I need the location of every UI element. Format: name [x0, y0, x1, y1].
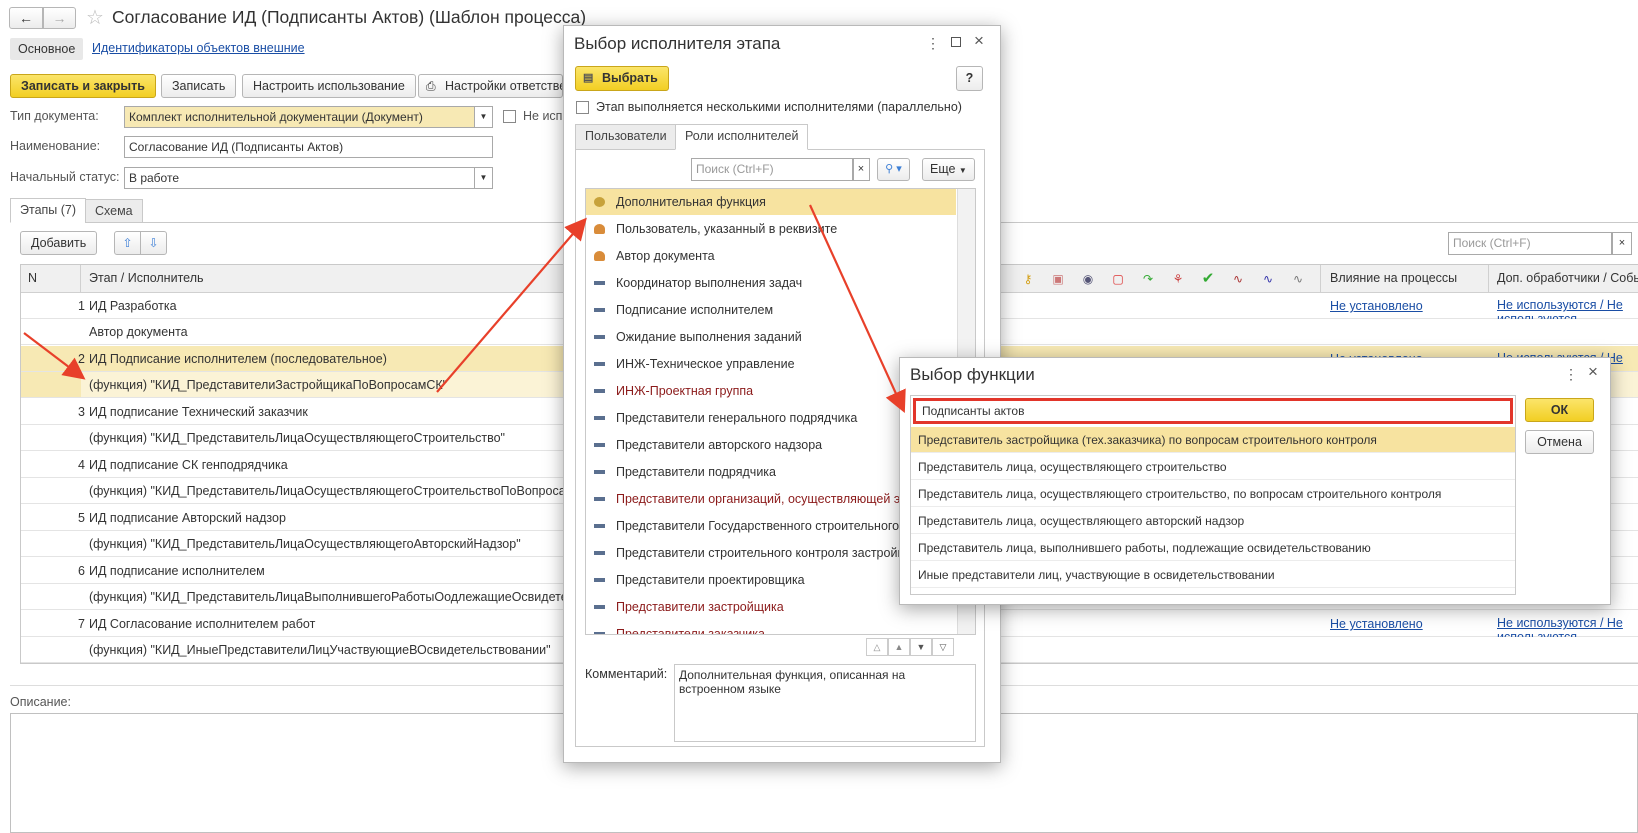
- arrow-to-row: [23, 332, 86, 380]
- arrow-to-additional-function: [436, 217, 587, 393]
- arrow-to-function-search: [808, 204, 906, 414]
- annotation-arrows: [23, 204, 906, 414]
